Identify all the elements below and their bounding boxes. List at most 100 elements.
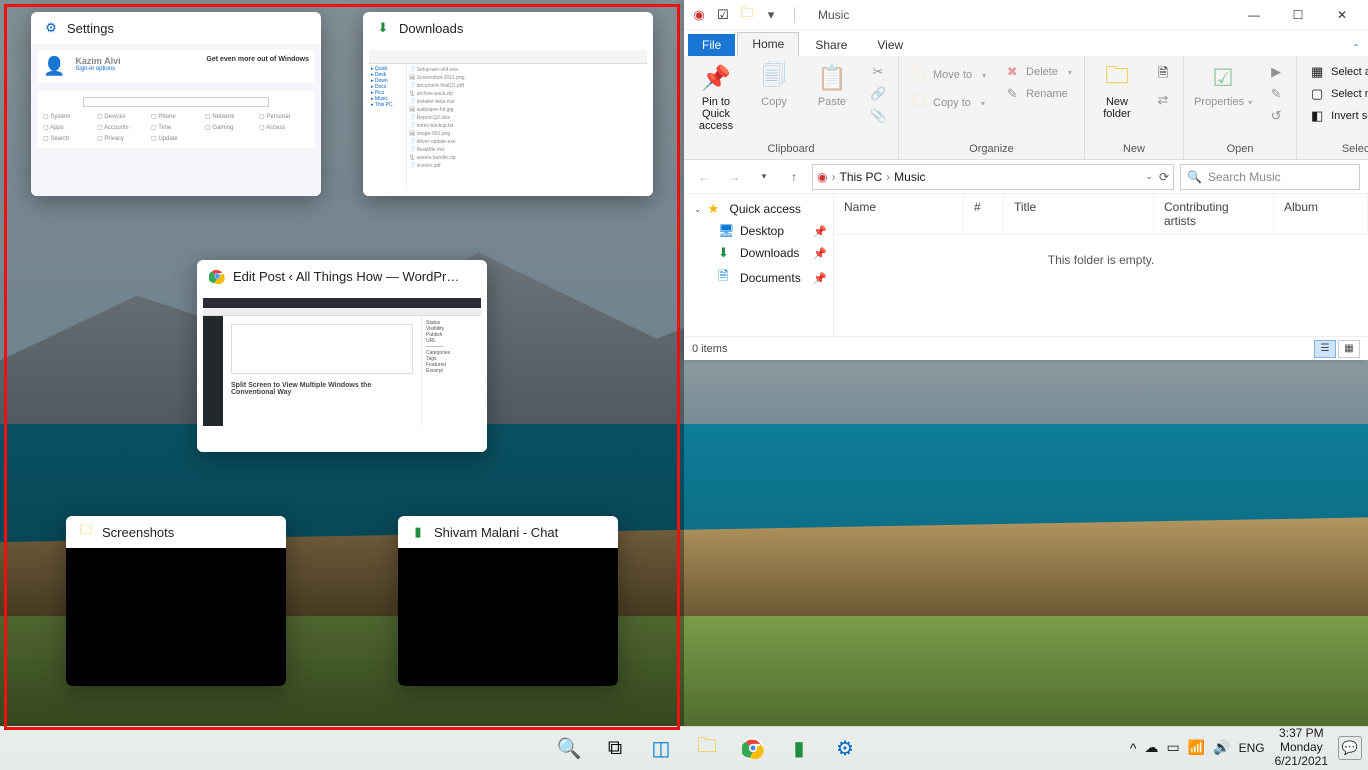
thumb-chrome[interactable]: Edit Post ‹ All Things How — WordPr… Spl… — [197, 260, 487, 452]
crumb-music[interactable]: Music — [894, 170, 925, 184]
tree-documents[interactable]: 🗎Documents📌 — [684, 264, 833, 292]
easyaccess-button[interactable]: ⇄ — [1149, 90, 1177, 110]
volume-icon[interactable]: 🔊 — [1213, 739, 1230, 756]
maximize-button[interactable]: ☐ — [1276, 0, 1320, 30]
pin-quickaccess-button[interactable]: 📌Pin to Quick access — [690, 60, 742, 134]
view-details-button[interactable]: ☰ — [1314, 340, 1336, 358]
close-button[interactable]: ✕ — [1320, 0, 1364, 30]
moveto-button[interactable]: 🗀Move to — [905, 62, 992, 88]
nav-forward-button[interactable]: → — [722, 165, 746, 189]
tray-overflow-icon[interactable]: ^ — [1130, 740, 1137, 756]
pin-icon: 📌 — [813, 225, 827, 238]
invertselection-button[interactable]: ◧Invert selection — [1303, 106, 1368, 126]
thumb-chat[interactable]: ▮ Shivam Malani - Chat — [398, 516, 618, 686]
col-artists[interactable]: Contributing artists — [1154, 194, 1274, 234]
tab-file[interactable]: File — [688, 34, 735, 56]
qat-properties-icon[interactable]: ☑ — [712, 4, 734, 26]
ribbon: 📌Pin to Quick access 🗐Copy 📋Paste ✂ 🔗 📎 … — [684, 56, 1368, 160]
newfolder-button[interactable]: 🗀New folder — [1091, 60, 1143, 122]
nav-up-button[interactable]: ↑ — [782, 165, 806, 189]
file-list: Name # Title Contributing artists Album … — [834, 194, 1368, 336]
clock-date: 6/21/2021 — [1275, 755, 1328, 769]
nav-tree: ⌄★Quick access 🖥Desktop📌 ⬇Downloads📌 🗎Do… — [684, 194, 834, 336]
crumb-thispc[interactable]: This PC — [839, 170, 882, 184]
address-bar[interactable]: ◉› This PC› Music ⌄⟳ — [812, 164, 1174, 190]
battery-icon[interactable]: ▭ — [1166, 739, 1179, 756]
group-select-label: Select — [1303, 141, 1368, 157]
start-button[interactable] — [503, 728, 543, 768]
view-thumbnails-button[interactable]: ▦ — [1338, 340, 1360, 358]
newitem-button[interactable]: 🗎 — [1149, 62, 1177, 88]
taskbar-center: 🔍 ⧉ ◫ 🗀 ▮ ⚙ — [503, 728, 865, 768]
thumb-title: Screenshots — [102, 525, 174, 540]
refresh-button[interactable]: ⟳ — [1159, 170, 1169, 184]
copy-button[interactable]: 🗐Copy — [748, 60, 800, 110]
addr-dropdown-icon[interactable]: ⌄ — [1145, 171, 1153, 182]
search-button[interactable]: 🔍 — [549, 728, 589, 768]
thumb-screenshots[interactable]: 🗀 Screenshots — [66, 516, 286, 686]
column-headers[interactable]: Name # Title Contributing artists Album — [834, 194, 1368, 235]
selectnone-button[interactable]: ▢Select none — [1303, 84, 1368, 104]
qat-newfolder-icon[interactable]: 🗀 — [736, 4, 758, 26]
thumb-title: Settings — [67, 21, 114, 36]
col-num[interactable]: # — [964, 194, 1004, 234]
clock-day: Monday — [1275, 741, 1328, 755]
tab-view[interactable]: View — [863, 34, 917, 56]
thumb-title: Downloads — [399, 21, 463, 36]
thumb-settings[interactable]: ⚙ Settings 👤 Kazim AlviSign-in options G… — [31, 12, 321, 196]
tree-downloads[interactable]: ⬇Downloads📌 — [684, 242, 833, 264]
nav-recent-button[interactable]: ▾ — [752, 165, 776, 189]
settings-taskbar-icon[interactable]: ⚙ — [825, 728, 865, 768]
pin-icon: 📌 — [813, 272, 827, 285]
taskview-button[interactable]: ⧉ — [595, 728, 635, 768]
folder-icon: 🗀 — [78, 524, 94, 540]
selectall-button[interactable]: ▦Select all — [1303, 62, 1368, 82]
tree-desktop[interactable]: 🖥Desktop📌 — [684, 220, 833, 242]
notifications-button[interactable]: 💬 — [1338, 736, 1362, 760]
chrome-taskbar-icon[interactable] — [733, 728, 773, 768]
language-indicator[interactable]: ENG — [1239, 741, 1265, 755]
copyto-button[interactable]: 🗀Copy to — [905, 90, 992, 116]
group-clipboard-label: Clipboard — [690, 141, 892, 157]
tab-share[interactable]: Share — [801, 34, 861, 56]
pasteshortcut-button[interactable]: 📎 — [864, 106, 892, 126]
tree-quickaccess[interactable]: ⌄★Quick access — [684, 198, 833, 220]
widgets-button[interactable]: ◫ — [641, 728, 681, 768]
chrome-article-title: Split Screen to View Multiple Windows th… — [231, 382, 413, 396]
group-organize-label: Organize — [905, 141, 1078, 157]
qat-customize-icon[interactable]: ▾ — [760, 4, 782, 26]
copypath-button[interactable]: 🔗 — [864, 84, 892, 104]
col-title[interactable]: Title — [1004, 194, 1154, 234]
clock-time: 3:37 PM — [1275, 727, 1328, 741]
edit-button[interactable]: ✎ — [1262, 84, 1290, 104]
col-album[interactable]: Album — [1274, 194, 1368, 234]
wifi-icon[interactable]: 📶 — [1188, 739, 1205, 756]
onedrive-icon[interactable]: ☁ — [1144, 739, 1158, 756]
pin-icon: 📌 — [813, 247, 827, 260]
paste-button[interactable]: 📋Paste — [806, 60, 858, 110]
thumb-downloads[interactable]: ⬇ Downloads ▸ Quick▸ Desk▸ Down▸ Docs▸ P… — [363, 12, 653, 196]
empty-message: This folder is empty. — [834, 235, 1368, 336]
properties-button[interactable]: ☑Properties — [1190, 60, 1256, 110]
group-new-label: New — [1091, 141, 1177, 157]
ribbon-collapse-icon[interactable]: ˆ — [1344, 42, 1368, 56]
download-icon: ⬇ — [375, 20, 391, 36]
chat-taskbar-icon[interactable]: ▮ — [779, 728, 819, 768]
clock[interactable]: 3:37 PM Monday 6/21/2021 — [1275, 727, 1328, 768]
cut-button[interactable]: ✂ — [864, 62, 892, 82]
system-tray: ^ ☁ ▭ 📶 🔊 ENG 3:37 PM Monday 6/21/2021 💬 — [1130, 727, 1362, 768]
col-name[interactable]: Name — [834, 194, 964, 234]
settings-icon: ⚙ — [43, 20, 59, 36]
history-button[interactable]: ↺ — [1262, 106, 1290, 126]
nav-back-button[interactable]: ← — [692, 165, 716, 189]
search-box[interactable]: 🔍 Search Music — [1180, 164, 1360, 190]
status-bar: 0 items ☰ ▦ — [684, 336, 1368, 360]
explorer-taskbar-icon[interactable]: 🗀 — [687, 728, 727, 768]
rename-button[interactable]: ✎Rename — [998, 84, 1078, 104]
open-button[interactable]: ▶ — [1262, 62, 1290, 82]
tab-home[interactable]: Home — [737, 32, 799, 56]
chat-icon: ▮ — [410, 524, 426, 540]
chrome-icon — [209, 268, 225, 284]
delete-button[interactable]: ✖Delete — [998, 62, 1078, 82]
minimize-button[interactable]: ― — [1232, 0, 1276, 30]
